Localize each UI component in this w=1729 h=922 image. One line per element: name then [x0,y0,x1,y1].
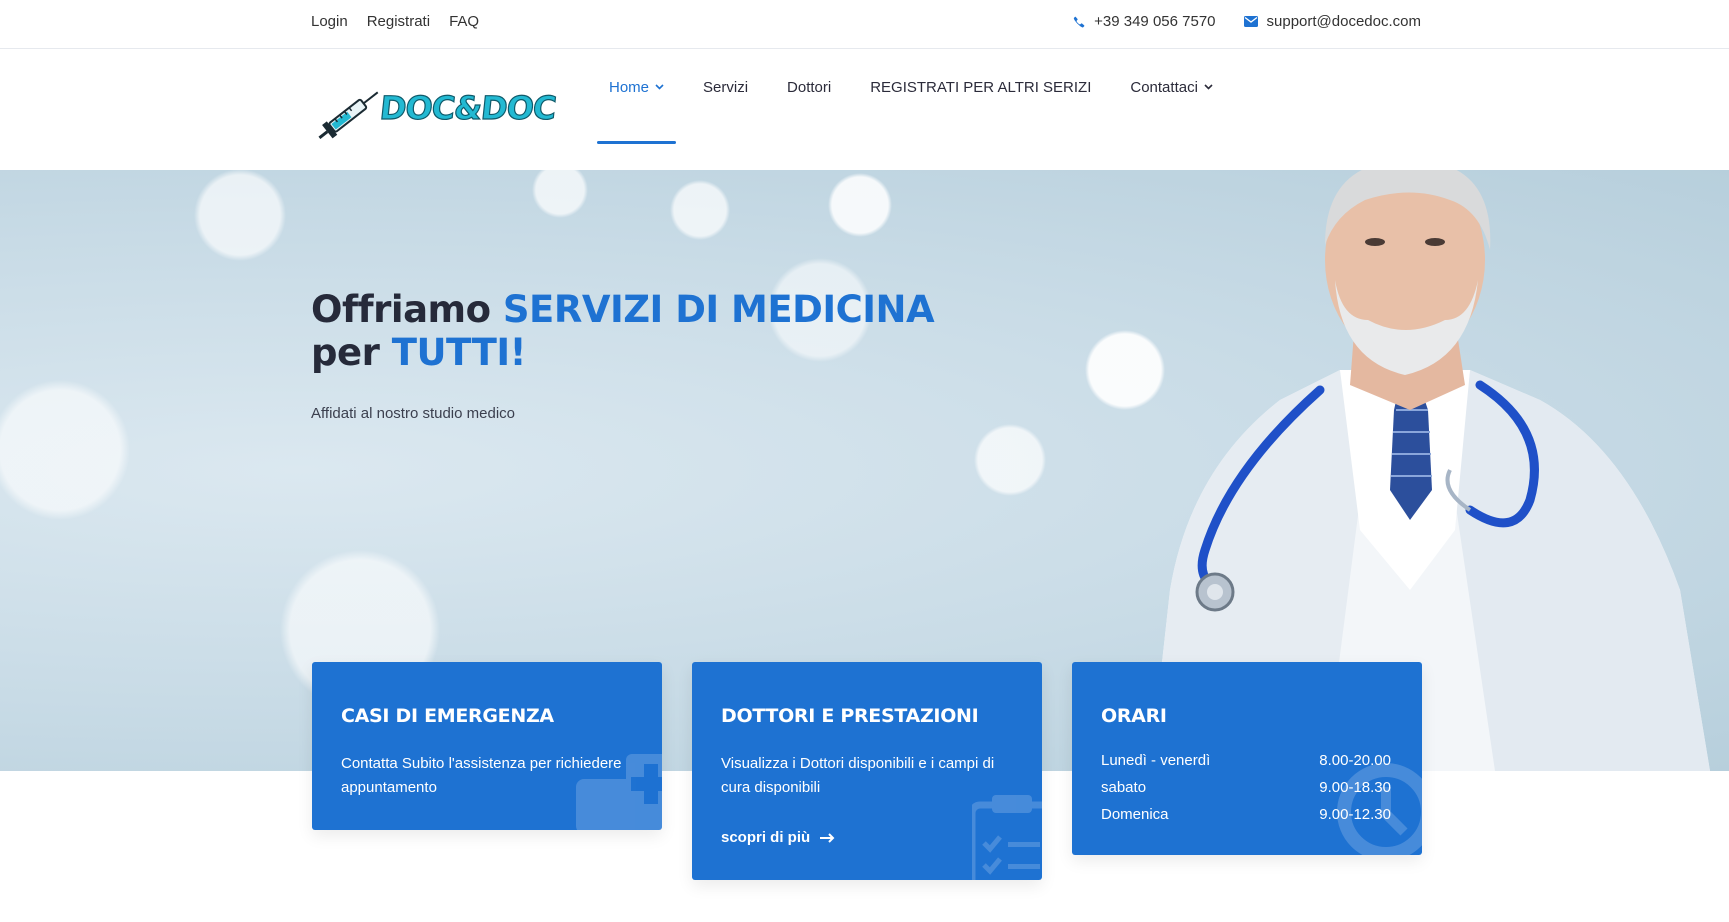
top-bar: Login Registrati FAQ +39 349 056 7570 su… [0,0,1729,49]
hours-time: 8.00-20.00 [1319,752,1391,769]
clipboard-icon [972,795,1042,880]
main-nav: Home Servizi Dottori REGISTRATI PER ALTR… [597,49,1240,170]
email-address: support@docedoc.com [1266,13,1421,30]
nav-servizi-label: Servizi [703,79,749,96]
hours-day: sabato [1101,779,1147,796]
chevron-down-icon [655,84,664,90]
envelope-icon [1243,16,1258,27]
top-links: Login Registrati FAQ [311,13,479,30]
phone-contact[interactable]: +39 349 056 7570 [1073,13,1216,30]
nav-dottori[interactable]: Dottori [775,49,843,170]
syringe-icon [318,91,379,139]
phone-icon [1073,16,1085,28]
emergency-card: CASI DI EMERGENZA Contatta Subito l'assi… [312,662,662,830]
hours-row: Lunedì - venerdì 8.00-20.00 [1101,752,1391,779]
nav-dottori-label: Dottori [787,79,832,96]
nav-servizi[interactable]: Servizi [691,49,760,170]
hero-title-highlight1: SERVIZI DI MEDICINA [502,288,935,331]
nav-registrati-label: REGISTRATI PER ALTRI SERIZI [870,79,1092,96]
emergency-card-text: Contatta Subito l'assistenza per richied… [341,755,622,796]
phone-number: +39 349 056 7570 [1094,13,1216,30]
nav-contattaci[interactable]: Contattaci [1118,49,1225,170]
nav-contattaci-label: Contattaci [1130,79,1198,96]
hours-row: sabato 9.00-18.30 [1101,779,1391,806]
hero-subtitle: Affidati al nostro studio medico [311,405,516,422]
hours-card: ORARI Lunedì - venerdì 8.00-20.00 sabato… [1072,662,1422,855]
emergency-card-title: CASI DI EMERGENZA [341,705,554,727]
hero-title: Offriamo SERVIZI DI MEDICINA per TUTTI! [311,288,935,374]
register-link[interactable]: Registrati [367,13,430,30]
nav-home[interactable]: Home [597,49,677,170]
hero-title-highlight2: TUTTI! [391,331,527,374]
hero-title-part2: per [311,331,392,374]
site-logo[interactable]: DOC&DOC [318,79,558,139]
hours-day: Domenica [1101,806,1169,823]
doctors-card: DOTTORI E PRESTAZIONI Visualizza i Dotto… [692,662,1042,880]
arrow-right-icon [820,832,835,843]
hours-time: 9.00-12.30 [1319,806,1391,823]
hours-day: Lunedì - venerdì [1101,752,1211,769]
hours-time: 9.00-18.30 [1319,779,1391,796]
top-contact: +39 349 056 7570 support@docedoc.com [1073,13,1421,30]
opening-hours-table: Lunedì - venerdì 8.00-20.00 sabato 9.00-… [1101,752,1391,833]
hours-card-title: ORARI [1101,705,1167,727]
discover-more-label: scopri di più [721,829,811,846]
main-header: DOC&DOC Home Servizi Dottori REGISTRATI … [0,49,1729,170]
doctors-card-title: DOTTORI E PRESTAZIONI [721,705,979,727]
nav-home-label: Home [609,79,650,96]
hero-title-part1: Offriamo [311,288,503,331]
hours-row: Domenica 9.00-12.30 [1101,806,1391,833]
email-contact[interactable]: support@docedoc.com [1243,13,1421,30]
login-link[interactable]: Login [311,13,348,30]
nav-registrati-altri-servizi[interactable]: REGISTRATI PER ALTRI SERIZI [858,49,1103,170]
chevron-down-icon [1204,84,1213,90]
doctors-card-text: Visualizza i Dottori disponibili e i cam… [721,755,995,796]
logo-text: DOC&DOC [377,88,558,127]
discover-more-link[interactable]: scopri di più [721,829,836,846]
faq-link[interactable]: FAQ [449,13,479,30]
